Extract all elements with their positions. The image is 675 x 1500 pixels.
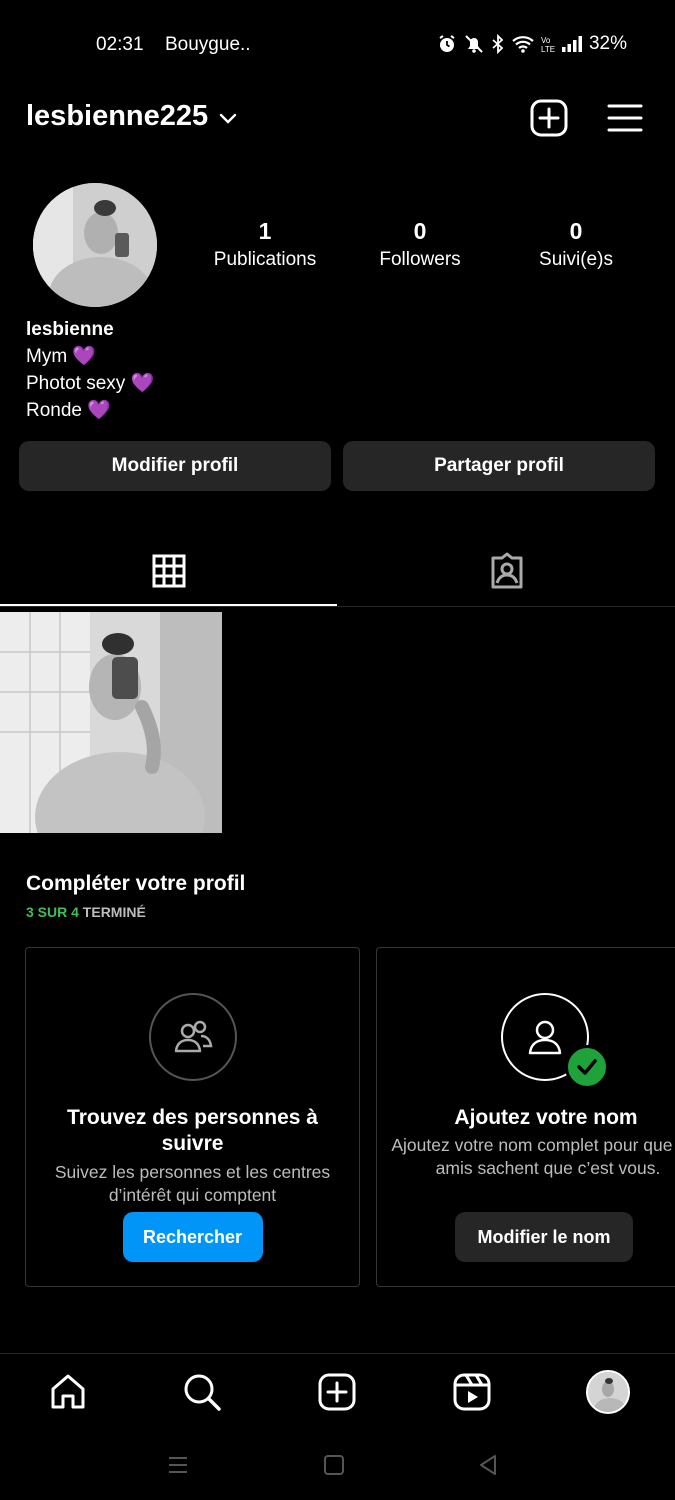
status-icons: Vo LTE 32% bbox=[437, 33, 627, 55]
card-title: Ajoutez votre nom bbox=[454, 1106, 638, 1129]
search-icon[interactable] bbox=[172, 1366, 232, 1418]
card-find-people: Trouvez des personnes à suivre Suivez le… bbox=[25, 947, 360, 1287]
nav-divider bbox=[0, 1353, 675, 1354]
post-thumbnail[interactable] bbox=[0, 612, 222, 833]
menu-icon[interactable] bbox=[605, 98, 645, 138]
home-square-icon[interactable] bbox=[314, 1450, 354, 1480]
signal-icon bbox=[561, 34, 583, 54]
create-icon[interactable] bbox=[307, 1366, 367, 1418]
stat-label: Followers bbox=[379, 249, 461, 270]
tab-tagged[interactable] bbox=[338, 540, 675, 606]
profile-avatar[interactable] bbox=[578, 1366, 638, 1418]
status-carrier: Bouygue.. bbox=[165, 34, 251, 55]
complete-profile-progress: 3 SUR 4 TERMINÉ bbox=[26, 904, 146, 920]
volte-icon: Vo LTE bbox=[541, 34, 555, 54]
grid-icon bbox=[152, 554, 186, 593]
check-icon bbox=[565, 1045, 609, 1089]
share-profile-button[interactable]: Partager profil bbox=[343, 441, 655, 491]
edit-profile-button[interactable]: Modifier profil bbox=[19, 441, 331, 491]
reels-icon[interactable] bbox=[442, 1366, 502, 1418]
bluetooth-icon bbox=[491, 34, 505, 54]
stat-label: Suivi(e)s bbox=[539, 249, 613, 270]
recents-icon[interactable] bbox=[158, 1450, 198, 1480]
chevron-down-icon bbox=[218, 100, 238, 133]
svg-text:LTE: LTE bbox=[541, 45, 555, 54]
bio-line: Ronde 💜 bbox=[26, 400, 111, 421]
status-time: 02:31 bbox=[96, 34, 144, 55]
svg-text:Vo: Vo bbox=[541, 36, 551, 45]
card-description: Ajoutez votre nom complet pour que vos a… bbox=[391, 1135, 675, 1178]
home-icon[interactable] bbox=[38, 1366, 98, 1418]
stat-following[interactable]: 0 Suivi(e)s bbox=[506, 218, 646, 271]
stat-followers[interactable]: 0 Followers bbox=[350, 218, 490, 271]
people-icon bbox=[148, 993, 237, 1081]
wifi-icon bbox=[511, 34, 535, 54]
tab-posts-grid[interactable] bbox=[0, 540, 337, 606]
stat-value: 0 bbox=[413, 218, 427, 244]
avatar[interactable] bbox=[33, 183, 157, 307]
tab-divider bbox=[0, 606, 675, 607]
new-post-icon[interactable] bbox=[529, 98, 569, 138]
nav-avatar-image bbox=[586, 1370, 630, 1414]
bio: lesbienne Mym 💜 Photot sexy 💜 Ronde 💜 bbox=[26, 316, 154, 424]
stat-value: 0 bbox=[569, 218, 583, 244]
battery-level: 32% bbox=[588, 33, 627, 54]
tagged-icon bbox=[488, 552, 526, 595]
card-description: Suivez les personnes et les centres d’in… bbox=[54, 1162, 331, 1205]
account-switcher[interactable]: lesbienne225 bbox=[26, 100, 238, 133]
username: lesbienne225 bbox=[26, 100, 209, 132]
search-people-button[interactable]: Rechercher bbox=[122, 1212, 263, 1262]
bio-line: Mym 💜 bbox=[26, 346, 97, 367]
display-name: lesbienne bbox=[26, 319, 114, 340]
progress-count: 3 SUR 4 bbox=[26, 904, 79, 920]
alarm-icon bbox=[437, 34, 457, 54]
complete-profile-title: Compléter votre profil bbox=[26, 872, 246, 895]
edit-name-button[interactable]: Modifier le nom bbox=[455, 1212, 633, 1262]
card-title: Trouvez des personnes à suivre bbox=[67, 1106, 318, 1155]
mute-icon bbox=[463, 34, 485, 54]
card-add-name: Ajoutez votre nom Ajoutez votre nom comp… bbox=[376, 947, 675, 1287]
progress-suffix: TERMINÉ bbox=[78, 904, 146, 920]
stat-value: 1 bbox=[258, 218, 272, 244]
bio-line: Photot sexy 💜 bbox=[26, 373, 155, 394]
stat-publications[interactable]: 1 Publications bbox=[195, 218, 335, 271]
stat-label: Publications bbox=[213, 249, 317, 270]
back-icon[interactable] bbox=[468, 1450, 508, 1480]
